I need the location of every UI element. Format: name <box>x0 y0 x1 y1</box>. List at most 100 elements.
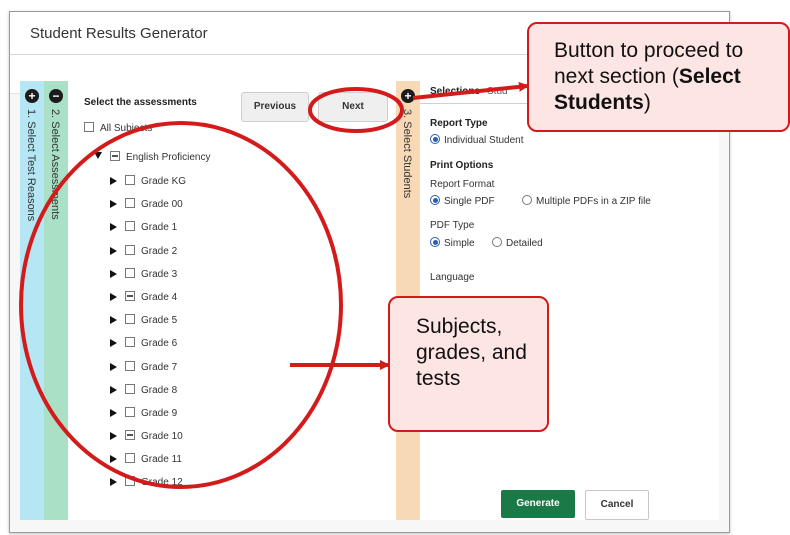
caret-right-icon[interactable] <box>110 246 117 255</box>
subjects-callout: Subjects, grades, and tests <box>388 296 549 432</box>
caret-right-icon[interactable] <box>110 455 117 464</box>
caret-right-icon[interactable] <box>110 177 117 185</box>
radio-label: Detailed <box>506 238 543 249</box>
grade-label: Grade 9 <box>141 407 178 419</box>
next-button-callout: Button to proceed to next section (Selec… <box>527 22 790 132</box>
step-select-test-reasons[interactable]: + 1. Select Test Reasons <box>20 81 44 520</box>
cancel-button[interactable]: Cancel <box>585 490 649 520</box>
checkbox[interactable] <box>125 476 135 487</box>
radio-unselected[interactable] <box>522 195 532 205</box>
callout-text: ) <box>643 91 651 114</box>
checkbox[interactable] <box>125 337 135 348</box>
radio-unselected[interactable] <box>492 237 502 247</box>
grade-label: Grade 1 <box>141 222 178 234</box>
grade-label: Grade 5 <box>141 315 178 327</box>
caret-right-icon[interactable] <box>110 292 117 301</box>
caret-right-icon[interactable] <box>110 316 117 325</box>
caret-right-icon[interactable] <box>110 200 117 209</box>
checkbox[interactable] <box>125 267 135 278</box>
step-label: 3. Select Students <box>401 109 413 199</box>
step-select-assessments[interactable]: − 2. Select Assessments <box>44 81 68 520</box>
report-type-individual-radio[interactable]: Individual Student <box>430 134 524 146</box>
grade-item[interactable]: Grade 3 <box>110 267 186 291</box>
next-button[interactable]: Next <box>318 92 388 122</box>
grade-item[interactable]: Grade 6 <box>110 337 186 360</box>
grade-item[interactable]: Grade 9 <box>110 406 186 430</box>
plus-circle-icon: + <box>401 89 415 103</box>
checkbox[interactable] <box>125 221 135 232</box>
caret-down-icon[interactable] <box>94 152 102 159</box>
format-multiple-pdfs-radio[interactable]: Multiple PDFs in a ZIP file <box>522 195 651 207</box>
grade-item[interactable]: Grade 00 <box>110 198 186 221</box>
grade-item[interactable]: Grade KG <box>110 175 186 198</box>
grade-item[interactable]: Grade 11 <box>110 453 186 476</box>
checkbox[interactable] <box>125 244 135 255</box>
partial-checkbox[interactable] <box>110 151 120 161</box>
grade-item[interactable]: Grade 5 <box>110 314 186 337</box>
checkbox[interactable] <box>125 383 135 394</box>
radio-label: Single PDF <box>444 196 495 207</box>
checkbox[interactable] <box>125 360 135 371</box>
checkbox[interactable] <box>125 453 135 464</box>
subject-label: English Proficiency <box>126 152 211 163</box>
caret-right-icon[interactable] <box>110 223 117 232</box>
radio-selected[interactable] <box>430 195 440 205</box>
checkbox[interactable] <box>84 122 94 132</box>
caret-right-icon[interactable] <box>110 385 117 394</box>
language-label: Language <box>430 272 475 283</box>
format-single-pdf-radio[interactable]: Single PDF <box>430 195 495 207</box>
grade-item[interactable]: Grade 8 <box>110 383 186 407</box>
grade-item[interactable]: Grade 4 <box>110 290 186 314</box>
tab-selections[interactable]: Selections <box>430 86 480 97</box>
grade-item[interactable]: Grade 12 <box>110 476 186 499</box>
report-type-heading: Report Type <box>430 118 488 129</box>
all-subjects-checkbox-row[interactable]: All Subjects <box>84 122 152 134</box>
grade-label: Grade 11 <box>141 454 182 466</box>
checkbox[interactable] <box>125 406 135 417</box>
window-title: Student Results Generator <box>30 25 208 42</box>
grade-label: Grade 3 <box>141 268 178 280</box>
checkbox[interactable] <box>125 198 135 209</box>
pdf-detailed-radio[interactable]: Detailed <box>492 237 543 249</box>
pdf-simple-radio[interactable]: Simple <box>430 237 475 249</box>
grade-item[interactable]: Grade 7 <box>110 360 186 384</box>
grade-label: Grade 4 <box>141 291 178 303</box>
radio-label: Individual Student <box>444 135 524 146</box>
previous-button[interactable]: Previous <box>241 92 309 122</box>
grade-item[interactable]: Grade 10 <box>110 430 186 453</box>
step-label: 2. Select Assessments <box>49 109 61 220</box>
checkbox[interactable] <box>125 175 135 185</box>
radio-selected[interactable] <box>430 134 440 144</box>
grade-label: Grade 2 <box>141 245 178 257</box>
radio-selected[interactable] <box>430 237 440 247</box>
partial-checkbox[interactable] <box>125 430 135 441</box>
caret-right-icon[interactable] <box>110 408 117 417</box>
checkbox[interactable] <box>125 314 135 325</box>
pdf-type-label: PDF Type <box>430 220 475 231</box>
grade-label: Grade 12 <box>141 477 183 489</box>
grade-label: Grade 00 <box>141 199 183 211</box>
subject-english-proficiency[interactable]: English Proficiency <box>94 151 210 163</box>
partial-checkbox[interactable] <box>125 290 135 301</box>
grade-item[interactable]: Grade 1 <box>110 221 186 244</box>
report-format-label: Report Format <box>430 179 495 190</box>
plus-circle-icon: + <box>25 89 39 103</box>
grade-item[interactable]: Grade 2 <box>110 244 186 268</box>
print-options-heading: Print Options <box>430 160 494 171</box>
grade-label: Grade 7 <box>141 361 178 373</box>
tab-students[interactable]: Stud <box>487 86 508 97</box>
grade-label: Grade KG <box>141 176 187 187</box>
grade-label: Grade 10 <box>141 431 183 443</box>
radio-label: Simple <box>444 238 475 249</box>
pane-title: Select the assessments <box>84 97 197 108</box>
caret-right-icon[interactable] <box>110 478 117 487</box>
all-subjects-label: All Subjects <box>100 123 153 134</box>
caret-right-icon[interactable] <box>110 432 117 441</box>
minus-circle-icon: − <box>49 89 63 103</box>
generate-button[interactable]: Generate <box>501 490 575 518</box>
caret-right-icon[interactable] <box>110 339 117 348</box>
radio-label: Multiple PDFs in a ZIP file <box>536 196 651 207</box>
assessments-pane: Select the assessments Previous Next All… <box>68 81 396 520</box>
caret-right-icon[interactable] <box>110 362 117 371</box>
caret-right-icon[interactable] <box>110 269 117 278</box>
